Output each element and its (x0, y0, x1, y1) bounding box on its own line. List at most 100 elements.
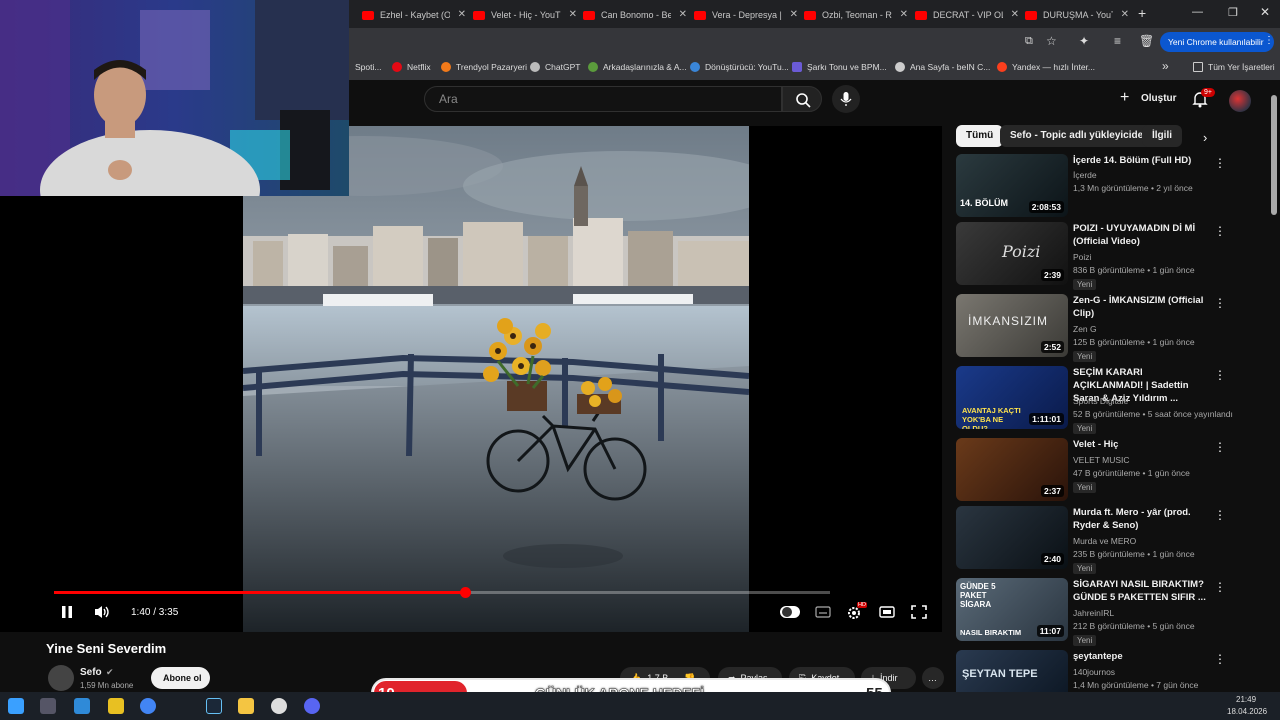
close-window-button[interactable]: ✕ (1260, 5, 1270, 19)
file-explorer-icon[interactable] (74, 698, 90, 714)
bookmark-item[interactable]: Ana Sayfa - beIN C... (895, 62, 990, 72)
avatar[interactable] (1229, 90, 1251, 112)
subtitles-button[interactable] (815, 606, 831, 621)
recommendation-title[interactable]: Zen-G - İMKANSIZIM (Official Clip) (1073, 294, 1213, 320)
chips-next-button[interactable]: › (1203, 130, 1207, 145)
autoplay-toggle[interactable] (780, 606, 800, 618)
browser-tab[interactable]: DECRAT - VIP OLS ✕ (915, 4, 1019, 26)
close-icon[interactable]: ✕ (679, 9, 687, 20)
kebab-icon[interactable]: ⋮ (1214, 508, 1226, 522)
voice-search-button[interactable] (832, 85, 860, 113)
more-actions-button[interactable]: … (922, 667, 944, 689)
minimize-button[interactable]: — (1192, 6, 1203, 18)
recommendation-channel[interactable]: Sports Digitale (1073, 395, 1128, 408)
kebab-icon[interactable]: ⋮ (1214, 580, 1226, 594)
chrome-update-pill[interactable]: Yeni Chrome kullanılabilir ⋮ (1160, 32, 1274, 52)
recommendation-title[interactable]: Murda ft. Mero - yâr (prod. Ryder & Seno… (1073, 506, 1213, 532)
browser-tab[interactable]: Vera - Depresya | ✕ (694, 4, 798, 26)
video-thumbnail[interactable]: Poizi 2:39 (956, 222, 1068, 285)
kebab-icon[interactable]: ⋮ (1214, 440, 1226, 454)
recommendation-channel[interactable]: 140journos (1073, 666, 1115, 679)
create-button[interactable]: + Oluştur (1120, 89, 1177, 109)
recommendation-channel[interactable]: Zen G (1073, 323, 1097, 336)
page-scrollbar[interactable] (1271, 95, 1277, 215)
browser-tab[interactable]: Velet - Hiç - YouT ✕ (473, 4, 577, 26)
recommendation-item[interactable]: 14. BÖLÜM 2:08:53 İçerde 14. Bölüm (Full… (956, 154, 1246, 218)
bookmark-item[interactable]: Şarkı Tonu ve BPM... (792, 62, 887, 72)
chrome-icon[interactable] (140, 698, 156, 714)
video-thumbnail[interactable]: ŞEYTAN TEPE (956, 650, 1068, 692)
restore-button[interactable]: ❐ (1228, 6, 1238, 19)
kebab-icon[interactable]: ⋮ (1214, 224, 1226, 238)
chip-all[interactable]: Tümü (956, 125, 1004, 147)
close-icon[interactable]: ✕ (1121, 9, 1129, 20)
subscribe-button[interactable]: Abone ol (151, 667, 210, 689)
recommendation-title[interactable]: POIZI - UYUYAMADIN Dİ Mİ (Official Video… (1073, 222, 1213, 248)
recommendation-title[interactable]: Velet - Hiç (1073, 438, 1213, 451)
channel-avatar[interactable] (48, 665, 74, 691)
bookmarks-overflow-button[interactable]: » (1162, 59, 1169, 73)
recommendation-channel[interactable]: JahreinIRL (1073, 607, 1114, 620)
steam-icon[interactable] (206, 698, 222, 714)
all-bookmarks[interactable]: Tüm Yer İşaretleri (1193, 62, 1275, 72)
bookmark-item[interactable]: ChatGPT (530, 62, 580, 72)
recommendation-item[interactable]: İMKANSIZIM 2:52 Zen-G - İMKANSIZIM (Offi… (956, 294, 1246, 362)
bookmark-item[interactable]: Netflix (392, 62, 431, 72)
folder-icon[interactable] (238, 698, 254, 714)
close-icon[interactable]: ✕ (1011, 9, 1019, 20)
progress-scrubber[interactable] (460, 587, 471, 598)
browser-tab[interactable]: DURUŞMA - YouT ✕ (1025, 4, 1129, 26)
close-icon[interactable]: ✕ (900, 9, 908, 20)
kebab-icon[interactable]: ⋮ (1264, 35, 1274, 46)
recommendation-channel[interactable]: Poizi (1073, 251, 1091, 264)
video-thumbnail[interactable]: AVANTAJ KAÇTI YOK'BA NE OLDU? 1:11:01 (956, 366, 1068, 429)
bookmark-item[interactable]: Trendyol Pazaryeri (441, 62, 527, 72)
discord-icon[interactable] (304, 698, 320, 714)
start-icon[interactable] (8, 698, 24, 714)
close-icon[interactable]: ✕ (458, 9, 466, 20)
close-icon[interactable]: ✕ (790, 9, 798, 20)
pause-button[interactable] (60, 605, 74, 622)
video-thumbnail[interactable]: 2:40 (956, 506, 1068, 569)
search-input[interactable]: Ara (424, 86, 782, 112)
video-thumbnail[interactable]: GÜNDE 5 PAKET SİGARA NASIL BIRAKTIM 11:0… (956, 578, 1068, 641)
bookmark-item[interactable]: Dönüştürücü: YouTu... (690, 62, 789, 72)
close-icon[interactable]: ✕ (569, 9, 577, 20)
search-icon[interactable] (40, 698, 56, 714)
volume-button[interactable] (93, 604, 111, 623)
channel-name[interactable]: Sefo (80, 667, 102, 678)
media-icon[interactable]: ≡ (1114, 34, 1121, 48)
theater-mode-button[interactable] (879, 606, 895, 621)
search-button[interactable] (782, 86, 822, 112)
recommendation-item[interactable]: 2:37 Velet - Hiç VELET MUSIC 47 B görünt… (956, 438, 1246, 502)
recommendation-title[interactable]: şeytantepe (1073, 650, 1213, 663)
browser-tab[interactable]: Can Bonomo - Be ✕ (583, 4, 687, 26)
recommendation-item[interactable]: AVANTAJ KAÇTI YOK'BA NE OLDU? 1:11:01 SE… (956, 366, 1246, 434)
fullscreen-button[interactable] (911, 605, 927, 622)
bookmark-item[interactable]: Arkadaşlarınızla & A... (588, 62, 687, 72)
browser-tab[interactable]: Ezhel - Kaybet (Of ✕ (362, 4, 466, 26)
recommendation-channel[interactable]: Murda ve MERO (1073, 535, 1136, 548)
video-thumbnail[interactable]: 2:37 (956, 438, 1068, 501)
extensions-icon[interactable]: ✦ (1079, 34, 1089, 48)
recommendation-channel[interactable]: VELET MUSIC (1073, 454, 1130, 467)
bookmark-item[interactable]: Spoti... (355, 62, 381, 72)
recommendation-channel[interactable]: İçerde (1073, 169, 1097, 182)
settings-button[interactable]: HD (846, 602, 867, 623)
kebab-icon[interactable]: ⋮ (1214, 296, 1226, 310)
new-tab-button[interactable]: + (1138, 5, 1146, 21)
video-thumbnail[interactable]: 14. BÖLÜM 2:08:53 (956, 154, 1068, 217)
star-icon[interactable]: ☆ (1046, 34, 1057, 48)
app-icon[interactable] (108, 698, 124, 714)
obs-icon[interactable] (271, 698, 287, 714)
kebab-icon[interactable]: ⋮ (1214, 368, 1226, 382)
recommendation-title[interactable]: SİGARAYI NASIL BIRAKTIM? GÜNDE 5 PAKETTE… (1073, 578, 1213, 604)
recommendation-item[interactable]: ŞEYTAN TEPE şeytantepe 140journos 1,4 Mn… (956, 650, 1246, 692)
video-thumbnail[interactable]: İMKANSIZIM 2:52 (956, 294, 1068, 357)
kebab-icon[interactable]: ⋮ (1214, 156, 1226, 170)
install-icon[interactable]: ⧉ (1025, 35, 1033, 48)
recommendation-item[interactable]: GÜNDE 5 PAKET SİGARA NASIL BIRAKTIM 11:0… (956, 578, 1246, 646)
chip-topic[interactable]: Sefo - Topic adlı yükleyiciden (1000, 125, 1160, 147)
recommendation-title[interactable]: İçerde 14. Bölüm (Full HD) (1073, 154, 1213, 167)
chip-related[interactable]: İlgili (1142, 125, 1182, 147)
